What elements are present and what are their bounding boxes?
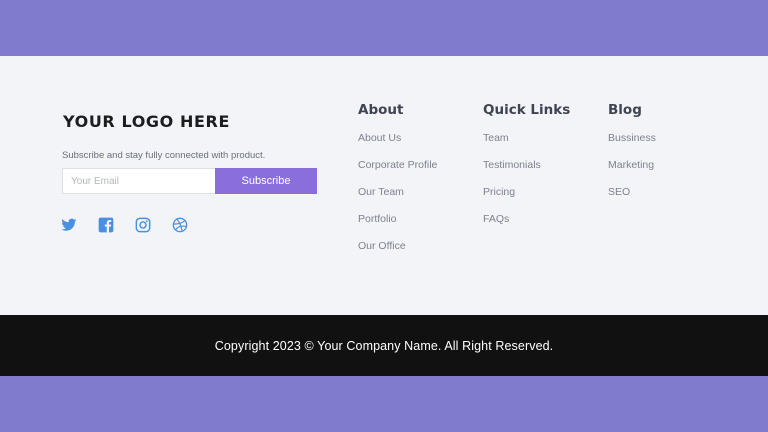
dribbble-link[interactable]: [172, 217, 188, 233]
footer-column-quick-links: Quick Links Team Testimonials Pricing FA…: [483, 102, 570, 239]
footer-link-portfolio[interactable]: Portfolio: [358, 213, 397, 225]
twitter-icon: [61, 218, 77, 231]
quick-links: Team Testimonials Pricing FAQs: [483, 131, 570, 239]
twitter-link[interactable]: [61, 217, 77, 233]
top-background-band: [0, 0, 768, 56]
copyright-text: Copyright 2023 © Your Company Name. All …: [214, 338, 554, 353]
about-links: About Us Corporate Profile Our Team Port…: [358, 131, 437, 266]
footer-link-seo[interactable]: SEO: [608, 186, 630, 198]
email-input[interactable]: [62, 168, 215, 194]
instagram-icon: [135, 217, 151, 233]
column-title-quick-links: Quick Links: [483, 102, 571, 118]
footer-link-our-team[interactable]: Our Team: [358, 186, 404, 198]
footer-link-corporate-profile[interactable]: Corporate Profile: [358, 159, 437, 171]
footer-link-about-us[interactable]: About Us: [358, 132, 401, 144]
footer-column-blog: Blog Bussiness Marketing SEO: [608, 102, 656, 212]
blog-links: Bussiness Marketing SEO: [608, 131, 656, 212]
footer-tagline: Subscribe and stay fully connected with …: [62, 150, 266, 161]
bottom-background-band: [0, 376, 768, 432]
copyright-bar: Copyright 2023 © Your Company Name. All …: [0, 315, 768, 376]
subscribe-form: Subscribe: [62, 168, 317, 194]
footer-column-about: About About Us Corporate Profile Our Tea…: [358, 102, 437, 266]
footer-logo[interactable]: YOUR LOGO HERE: [63, 112, 230, 131]
social-links: [61, 217, 209, 233]
facebook-link[interactable]: [98, 217, 114, 233]
footer-link-team[interactable]: Team: [483, 132, 509, 144]
footer-link-faqs[interactable]: FAQs: [483, 213, 509, 225]
footer-link-our-office[interactable]: Our Office: [358, 240, 406, 252]
footer-link-marketing[interactable]: Marketing: [608, 159, 654, 171]
instagram-link[interactable]: [135, 217, 151, 233]
footer-link-testimonials[interactable]: Testimonials: [483, 159, 541, 171]
footer-link-bussiness[interactable]: Bussiness: [608, 132, 656, 144]
column-title-blog: Blog: [608, 102, 642, 118]
footer-link-pricing[interactable]: Pricing: [483, 186, 515, 198]
subscribe-button[interactable]: Subscribe: [215, 168, 317, 194]
dribbble-icon: [172, 217, 188, 233]
facebook-icon: [98, 217, 114, 233]
column-title-about: About: [358, 102, 404, 118]
site-footer: YOUR LOGO HERE Subscribe and stay fully …: [0, 56, 768, 315]
